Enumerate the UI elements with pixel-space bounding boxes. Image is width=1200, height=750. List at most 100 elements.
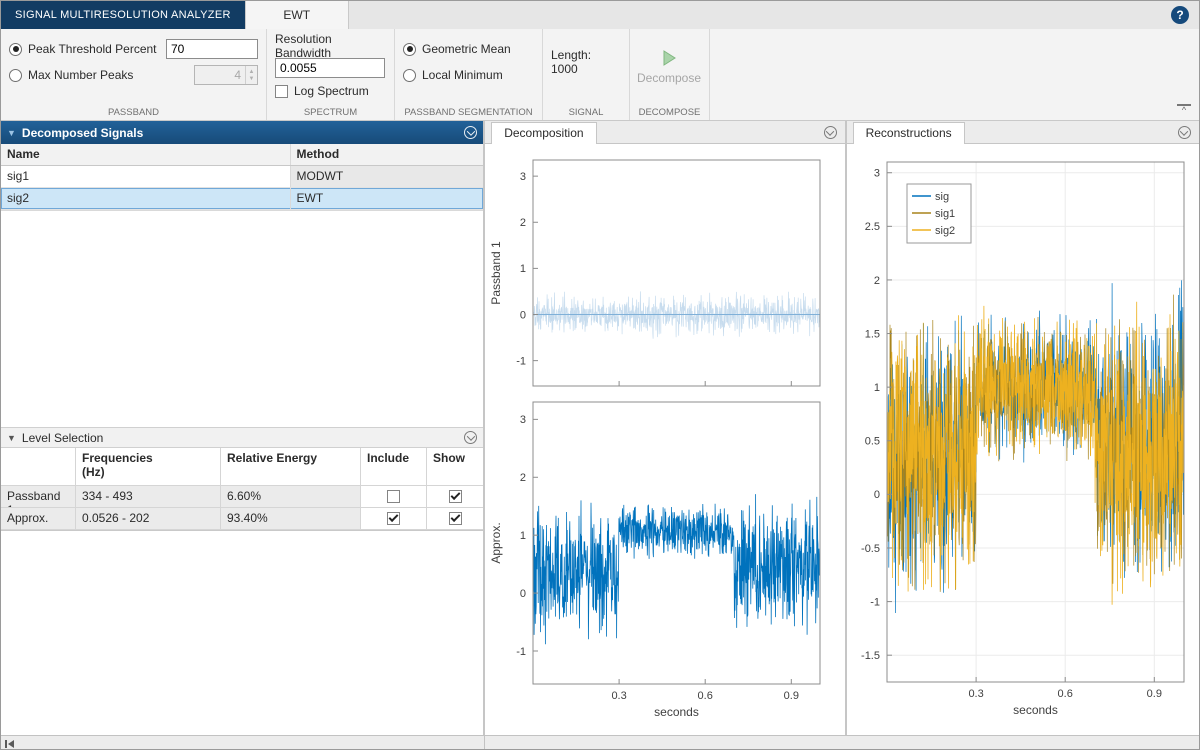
energy-cell: 93.40% <box>221 508 361 529</box>
panel-minimize-icon[interactable] <box>464 431 477 444</box>
status-bar <box>1 735 1199 750</box>
spectrum-section-label: SPECTRUM <box>267 107 394 118</box>
svg-text:Passband 1: Passband 1 <box>489 241 503 305</box>
max-peaks-radio[interactable] <box>9 69 22 82</box>
svg-text:-1: -1 <box>870 596 880 608</box>
table-row-sig1[interactable]: sig1 MODWT <box>1 166 483 188</box>
svg-text:0: 0 <box>520 588 526 600</box>
local-minimum-radio[interactable] <box>403 69 416 82</box>
geometric-mean-label: Geometric Mean <box>422 42 511 56</box>
signal-method-cell: MODWT <box>291 166 484 187</box>
show-checkbox[interactable] <box>449 512 462 525</box>
log-spectrum-checkbox[interactable] <box>275 85 288 98</box>
level-row-label: Passband 1 <box>1 486 76 507</box>
decomposed-signals-panel: ▼ Decomposed Signals Name Method sig1 MO… <box>1 121 483 735</box>
svg-text:-0.5: -0.5 <box>861 543 880 555</box>
decomposed-signals-header[interactable]: ▼ Decomposed Signals <box>1 121 483 144</box>
svg-text:3: 3 <box>520 414 526 426</box>
max-peaks-stepper[interactable]: 4 ▲▼ <box>194 65 258 85</box>
column-header-frequencies: Frequencies (Hz) <box>76 448 221 485</box>
collapse-toolstrip-icon[interactable]: ^ <box>1177 104 1191 114</box>
svg-text:0.9: 0.9 <box>784 690 799 702</box>
panel-minimize-icon[interactable] <box>464 126 477 139</box>
collapse-triangle-icon[interactable]: ▼ <box>7 433 16 443</box>
resolution-bandwidth-label: Resolution Bandwidth <box>275 32 386 60</box>
panel-minimize-icon[interactable] <box>1178 126 1191 139</box>
include-cell <box>361 508 427 529</box>
log-spectrum-label: Log Spectrum <box>294 84 369 98</box>
peak-threshold-label: Peak Threshold Percent <box>28 42 160 56</box>
level-row-passband1: Passband 1 334 - 493 6.60% <box>1 486 483 508</box>
svg-text:-1.5: -1.5 <box>861 650 880 662</box>
passband-section: Peak Threshold Percent Max Number Peaks … <box>1 29 267 120</box>
column-header-frequencies-label: Frequencies (Hz) <box>82 451 167 479</box>
svg-text:-1: -1 <box>516 355 526 367</box>
svg-text:2.5: 2.5 <box>864 221 879 233</box>
tab-ewt[interactable]: EWT <box>245 1 349 29</box>
decomposition-panel: Decomposition -10123Passband 1 -101230.3… <box>485 121 844 735</box>
panel-minimize-icon[interactable] <box>824 126 837 139</box>
signal-name-cell[interactable]: sig2 <box>1 188 291 209</box>
frequencies-cell: 334 - 493 <box>76 486 221 507</box>
svg-text:1: 1 <box>520 263 526 275</box>
energy-cell: 6.60% <box>221 486 361 507</box>
reconstructions-panel: Reconstructions -1.5-1-0.500.511.522.530… <box>847 121 1199 735</box>
svg-text:1: 1 <box>520 530 526 542</box>
geometric-mean-radio[interactable] <box>403 43 416 56</box>
show-cell <box>427 486 483 507</box>
stepper-up-icon[interactable]: ▲ <box>249 69 255 75</box>
play-icon <box>660 49 678 67</box>
peak-threshold-radio[interactable] <box>9 43 22 56</box>
svg-text:0.6: 0.6 <box>1057 688 1072 700</box>
collapse-panel-icon[interactable] <box>5 740 14 748</box>
svg-text:0.5: 0.5 <box>864 436 879 448</box>
svg-text:0.3: 0.3 <box>968 688 983 700</box>
svg-text:0.9: 0.9 <box>1146 688 1161 700</box>
peak-threshold-input[interactable] <box>166 39 258 59</box>
table-header-row: Name Method <box>1 144 483 166</box>
approx-plot[interactable]: -101230.30.60.9secondsApprox. <box>487 396 842 730</box>
resolution-bandwidth-input[interactable] <box>275 58 385 78</box>
tab-decomposition[interactable]: Decomposition <box>491 122 596 144</box>
table-header-row: Frequencies (Hz) Relative Energy Include… <box>1 448 483 486</box>
stepper-arrows-icon[interactable]: ▲▼ <box>245 66 257 84</box>
svg-text:1.5: 1.5 <box>864 328 879 340</box>
help-button[interactable]: ? <box>1171 6 1189 24</box>
signal-length-text: Length: 1000 <box>551 48 621 76</box>
svg-text:sig2: sig2 <box>935 225 955 237</box>
level-selection-header[interactable]: ▼ Level Selection <box>1 427 483 448</box>
toolstrip-filler: ^ <box>710 29 1199 120</box>
include-checkbox[interactable] <box>387 512 400 525</box>
reconstructions-plot[interactable]: -1.5-1-0.500.511.522.530.30.60.9secondss… <box>849 152 1198 730</box>
svg-text:Approx.: Approx. <box>489 522 503 563</box>
tab-reconstructions[interactable]: Reconstructions <box>853 122 965 144</box>
table-row-sig2[interactable]: sig2 EWT <box>1 188 483 210</box>
column-header-show: Show <box>427 448 483 485</box>
svg-text:seconds: seconds <box>654 705 699 719</box>
passband1-plot[interactable]: -10123Passband 1 <box>487 152 842 392</box>
tab-bar-filler <box>349 1 1199 29</box>
passband-segmentation-section: Geometric Mean Local Minimum PASSBAND SE… <box>395 29 543 120</box>
frequencies-cell: 0.0526 - 202 <box>76 508 221 529</box>
decompose-button[interactable]: Decompose <box>638 38 700 96</box>
passband-section-label: PASSBAND <box>1 107 266 118</box>
svg-text:-1: -1 <box>516 646 526 658</box>
app-title-tab[interactable]: SIGNAL MULTIRESOLUTION ANALYZER <box>1 1 245 29</box>
app-tab-bar: SIGNAL MULTIRESOLUTION ANALYZER EWT ? <box>1 1 1199 29</box>
svg-text:seconds: seconds <box>1013 703 1058 717</box>
signal-method-cell: EWT <box>291 188 484 209</box>
column-header-method[interactable]: Method <box>291 144 484 165</box>
collapse-triangle-icon[interactable]: ▼ <box>7 128 16 138</box>
toolstrip: Peak Threshold Percent Max Number Peaks … <box>1 29 1199 121</box>
level-selection-table: Frequencies (Hz) Relative Energy Include… <box>1 448 483 531</box>
decomposition-plot-area: -10123Passband 1 -101230.30.60.9secondsA… <box>485 144 844 734</box>
svg-text:0.3: 0.3 <box>612 690 627 702</box>
signal-section: Length: 1000 SIGNAL <box>543 29 630 120</box>
signal-name-cell[interactable]: sig1 <box>1 166 291 187</box>
include-checkbox[interactable] <box>387 490 400 503</box>
column-header-name[interactable]: Name <box>1 144 291 165</box>
svg-text:2: 2 <box>873 275 879 287</box>
stepper-down-icon[interactable]: ▼ <box>249 76 255 82</box>
show-checkbox[interactable] <box>449 490 462 503</box>
decompose-section-label: DECOMPOSE <box>630 107 709 118</box>
